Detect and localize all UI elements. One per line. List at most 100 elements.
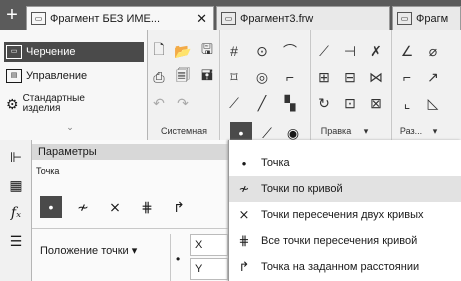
polyline-icon[interactable]: ⌐	[279, 66, 301, 88]
drawing-icon: ▭	[6, 45, 22, 59]
tree-icon[interactable]: ⊩	[6, 146, 26, 168]
chevron-down-icon: ▾	[131, 245, 138, 257]
mode-panel: ▭ Черчение ▤ Управление ⚙ Стандартные из…	[0, 30, 148, 140]
edit-group-label[interactable]: Правка	[311, 126, 361, 136]
menu-item-label: Точка на заданном расстоянии	[261, 261, 420, 273]
x-label: X	[195, 239, 203, 251]
distance-mode-icon[interactable]: ↱	[168, 196, 190, 218]
divider	[170, 234, 171, 281]
object-icon[interactable]: ▚	[279, 92, 301, 114]
linear-dimension-icon[interactable]: ⌞	[396, 92, 418, 114]
mode-label: Черчение	[26, 46, 76, 58]
extend-icon[interactable]: ⊣	[339, 40, 361, 62]
document-tab-bar: + ▭ Фрагмент БЕЗ ИМЕ... ✕ ▭ Фрагмент3.fr…	[0, 0, 461, 30]
hatch-icon[interactable]: #	[223, 40, 245, 62]
print-icon[interactable]: ⎙	[148, 66, 170, 88]
arc-icon[interactable]: ⌒	[279, 40, 301, 62]
system-toolbar: 🗋 📂 🖫 ⎙ 🗐 🖬 ↶ ↷ Системная	[148, 30, 220, 140]
all-intersections-icon: ⋕	[238, 233, 250, 248]
angle-dimension-icon[interactable]: ∠	[396, 40, 418, 62]
fragment-icon: ▭	[31, 12, 46, 25]
divider	[32, 228, 228, 229]
edit-toolbar: ⟋ ⊣ ✗ ⊞ ⊟ ⋈ ↻ ⊡ ⊠ Правка ▾	[310, 30, 390, 140]
parameters-title: Параметры	[32, 144, 228, 160]
new-file-icon[interactable]: 🗋	[148, 40, 170, 62]
new-document-button[interactable]: +	[2, 5, 22, 25]
all-intersections-mode-icon[interactable]: ⋕	[136, 196, 158, 218]
size-group-dropdown-icon[interactable]: ▾	[430, 126, 440, 137]
scale-icon[interactable]: ⊡	[339, 92, 361, 114]
menu-item-points-on-curve[interactable]: ≁ Точки по кривой	[229, 176, 461, 202]
line-icon[interactable]: ╱	[251, 92, 273, 114]
copy-icon[interactable]: ⊟	[339, 66, 361, 88]
layers-icon[interactable]: ☰	[6, 230, 26, 252]
break-icon[interactable]: ✗	[365, 40, 387, 62]
dimensions-toolbar: ∠ ⌀ ⌐ ↗ ⌞ ◺ Раз... ▾	[391, 30, 461, 140]
menu-item-label: Точки пересечения двух кривых	[261, 209, 424, 221]
y-coordinate-field[interactable]: Y	[190, 258, 228, 280]
menu-item-point-at-distance[interactable]: ↱ Точка на заданном расстоянии	[229, 254, 461, 280]
point-position-dropdown[interactable]: Положение точки ▾	[40, 244, 156, 257]
parameters-panel-icon[interactable]: ▦	[6, 174, 26, 196]
tab-fragment-unnamed[interactable]: ▭ Фрагмент БЕЗ ИМЕ... ✕	[26, 6, 214, 30]
menu-item-label: Все точки пересечения кривой	[261, 235, 418, 247]
menu-item-all-intersections[interactable]: ⋕ Все точки пересечения кривой	[229, 228, 461, 254]
mirror-icon[interactable]: ⋈	[365, 66, 387, 88]
system-group-label: Системная	[160, 126, 208, 136]
tab-label: Фрагмент3.frw	[240, 12, 314, 25]
mode-standard-parts[interactable]: ⚙ Стандартные изделия	[4, 90, 144, 118]
document-icon: ▤	[6, 69, 22, 83]
tab-label: Фрагмент БЕЗ ИМЕ...	[50, 12, 161, 25]
y-label: Y	[195, 263, 203, 275]
size-group-label[interactable]: Раз...	[392, 126, 430, 136]
trim-icon[interactable]: ⟋	[313, 40, 335, 62]
circle-icon[interactable]: ⊙	[251, 40, 273, 62]
point-at-distance-icon: ↱	[238, 259, 250, 274]
save-all-icon[interactable]: 🖬	[196, 66, 218, 88]
mode-management[interactable]: ▤ Управление	[4, 66, 144, 86]
parameters-subtitle: Точка	[36, 166, 60, 176]
point-tools-menu: • Точка ≁ Точки по кривой ⨯ Точки пересе…	[228, 140, 461, 281]
point-icon: •	[176, 252, 181, 266]
array-icon[interactable]: ⊠	[365, 92, 387, 114]
point-icon: •	[241, 155, 247, 171]
redo-icon[interactable]: ↷	[172, 92, 194, 114]
fragment-icon: ▭	[221, 12, 236, 25]
menu-item-point[interactable]: • Точка	[229, 150, 461, 176]
mode-label: Управление	[26, 70, 88, 82]
height-dimension-icon[interactable]: ↗	[422, 66, 444, 88]
open-folder-icon[interactable]: 📂	[172, 40, 194, 62]
parameters-panel: Параметры Точка • ≁ ⨯ ⋕ ↱ Положение точк…	[32, 140, 228, 281]
menu-item-label: Точка	[261, 157, 290, 169]
point-position-label: Положение точки	[40, 245, 129, 257]
undo-icon[interactable]: ↶	[148, 92, 170, 114]
save-icon[interactable]: 🖫	[196, 40, 218, 62]
fragment-icon: ▭	[397, 12, 412, 25]
close-icon[interactable]: ✕	[196, 11, 207, 27]
points-on-curve-icon: ≁	[238, 181, 250, 196]
radius-icon[interactable]: ⌐	[396, 66, 418, 88]
edit-group-dropdown-icon[interactable]: ▾	[361, 126, 371, 137]
point-mode-icon[interactable]: •	[40, 196, 62, 218]
collapse-icon[interactable]: ⌄	[60, 122, 80, 133]
menu-item-label: Точки по кривой	[261, 183, 343, 195]
mode-label: Стандартные изделия	[22, 93, 85, 114]
arc-dimension-icon[interactable]: ◺	[422, 92, 444, 114]
diameter-icon[interactable]: ⌀	[422, 40, 444, 62]
tab-label: Фрагм	[416, 12, 449, 25]
x-coordinate-field[interactable]: X	[190, 234, 228, 256]
tab-fragment-other[interactable]: ▭ Фрагм	[392, 6, 461, 30]
preview-icon[interactable]: 🗐	[172, 66, 194, 88]
tab-fragment3[interactable]: ▭ Фрагмент3.frw	[216, 6, 390, 30]
mode-drawing[interactable]: ▭ Черчение	[4, 42, 144, 62]
intersection-mode-icon[interactable]: ⨯	[104, 196, 126, 218]
move-icon[interactable]: ⊞	[313, 66, 335, 88]
segment-icon[interactable]: ⟋	[223, 92, 245, 114]
vertical-toolbar: ⊩ ▦ 𝑓ₓ ☰	[0, 140, 32, 281]
variables-icon[interactable]: 𝑓ₓ	[6, 202, 26, 224]
rotate-icon[interactable]: ↻	[313, 92, 335, 114]
menu-item-two-curves-intersection[interactable]: ⨯ Точки пересечения двух кривых	[229, 202, 461, 228]
points-on-curve-mode-icon[interactable]: ≁	[72, 196, 94, 218]
ellipse-icon[interactable]: ◎	[251, 66, 273, 88]
rectangle-icon[interactable]: ⌑	[223, 66, 245, 88]
